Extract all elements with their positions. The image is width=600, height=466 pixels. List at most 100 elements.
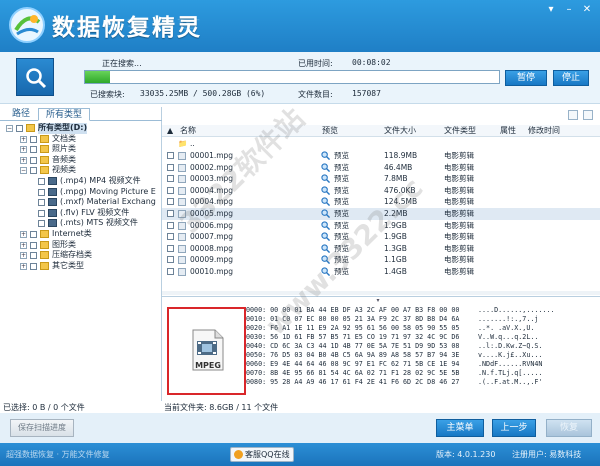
file-preview-link[interactable]: 预览 <box>334 173 349 185</box>
preview-search-icon[interactable] <box>321 186 330 195</box>
file-preview-link[interactable]: 预览 <box>334 185 349 197</box>
file-checkbox[interactable] <box>167 210 174 217</box>
preview-search-icon[interactable] <box>321 267 330 276</box>
tree-item[interactable]: (.flv) FLV 视频文件 <box>0 208 162 219</box>
header-attr[interactable]: 属性 <box>500 125 516 137</box>
tree-item[interactable]: − 视频类 <box>0 165 162 176</box>
tree-item[interactable]: + 文档类 <box>0 134 162 145</box>
file-row[interactable]: 00005.mpg 2.2MB 电影剪辑 预览 <box>162 208 600 220</box>
preview-search-icon[interactable] <box>321 255 330 265</box>
preview-search-icon[interactable] <box>321 162 330 172</box>
horizontal-scrollbar[interactable] <box>162 291 600 295</box>
file-preview-link[interactable]: 预览 <box>334 208 349 220</box>
tree-checkbox[interactable] <box>38 177 45 185</box>
file-row[interactable]: 00009.mpg 1.1GB 电影剪辑 预览 <box>162 254 600 266</box>
header-type[interactable]: 文件类型 <box>444 125 476 137</box>
stop-button[interactable]: 停止 <box>553 70 589 86</box>
view-list-icon[interactable] <box>568 110 578 120</box>
preview-search-icon[interactable] <box>321 244 330 253</box>
tree-item[interactable]: + 照片类 <box>0 144 162 155</box>
expand-icon[interactable]: + <box>20 241 27 249</box>
file-checkbox[interactable] <box>167 221 174 229</box>
tree-checkbox[interactable] <box>30 262 37 270</box>
tab-all-types[interactable]: 所有类型 <box>38 108 90 121</box>
file-row[interactable]: 00006.mpg 1.9GB 电影剪辑 预览 <box>162 220 600 232</box>
save-scan-button[interactable]: 保存扫描进度 <box>10 419 74 437</box>
header-size[interactable]: 文件大小 <box>384 125 416 137</box>
file-preview-link[interactable]: 预览 <box>334 266 349 278</box>
file-checkbox[interactable] <box>167 175 174 183</box>
pause-button[interactable]: 暂停 <box>505 70 547 86</box>
preview-search-icon[interactable] <box>321 151 330 160</box>
file-row[interactable]: 00004.mpg 476.0KB 电影剪辑 预览 <box>162 185 600 197</box>
minimize-icon[interactable]: – <box>562 4 576 16</box>
tree-item[interactable]: + 音频类 <box>0 155 162 166</box>
tree-checkbox[interactable] <box>30 146 37 154</box>
file-preview-link[interactable]: 预览 <box>334 150 349 162</box>
header-preview[interactable]: 预览 <box>322 125 338 137</box>
file-preview-link[interactable]: 预览 <box>334 220 349 232</box>
file-preview-link[interactable]: 预览 <box>334 243 349 255</box>
file-checkbox[interactable] <box>167 256 174 264</box>
tree-checkbox[interactable] <box>38 220 45 228</box>
preview-search-icon[interactable] <box>321 232 330 242</box>
file-row[interactable]: 00010.mpg 1.4GB 电影剪辑 预览 <box>162 266 600 278</box>
file-row[interactable]: 00004.mpg 124.5MB 电影剪辑 预览 <box>162 196 600 208</box>
tree-item[interactable]: + 其它类型 <box>0 261 162 272</box>
tree-item[interactable]: + 压缩存档类 <box>0 250 162 261</box>
file-checkbox[interactable] <box>167 152 174 159</box>
header-name[interactable]: 名称 <box>180 125 196 137</box>
tree-checkbox[interactable] <box>38 188 45 196</box>
tree-checkbox[interactable] <box>38 209 45 217</box>
file-preview-link[interactable]: 预览 <box>334 231 349 243</box>
tree-item[interactable]: (.mxf) Material Exchang <box>0 197 162 208</box>
view-grid-icon[interactable] <box>583 110 593 120</box>
close-icon[interactable]: ✕ <box>580 4 594 16</box>
expand-icon[interactable]: + <box>20 262 27 270</box>
tree-item[interactable]: − 所有类型(D:) <box>0 123 162 134</box>
tree-item[interactable]: (.mts) MTS 视频文件 <box>0 218 162 229</box>
file-preview-link[interactable]: 预览 <box>334 162 349 174</box>
expand-icon[interactable]: + <box>20 135 27 143</box>
file-row[interactable]: 00002.mpg 46.4MB 电影剪辑 预览 <box>162 162 600 174</box>
preview-search-icon[interactable] <box>321 209 330 218</box>
file-checkbox[interactable] <box>167 163 174 171</box>
file-row[interactable]: 00007.mpg 1.9GB 电影剪辑 预览 <box>162 231 600 243</box>
file-row[interactable]: 00003.mpg 7.8MB 电影剪辑 预览 <box>162 173 600 185</box>
header-modified[interactable]: 修改时间 <box>528 125 560 137</box>
tree-checkbox[interactable] <box>30 156 37 164</box>
tree-item[interactable]: + Internet类 <box>0 229 162 240</box>
tree-item[interactable]: + 图形类 <box>0 240 162 251</box>
header-sort-icon[interactable]: ▲ <box>167 125 173 137</box>
splitter-arrow-icon[interactable]: ▾ <box>372 297 384 304</box>
recover-button[interactable]: 恢复 <box>546 419 592 437</box>
expand-icon[interactable]: + <box>20 146 27 154</box>
file-row[interactable]: 00008.mpg 1.3GB 电影剪辑 预览 <box>162 243 600 255</box>
file-checkbox[interactable] <box>167 233 174 241</box>
tree-checkbox[interactable] <box>16 125 23 132</box>
tree-checkbox[interactable] <box>30 241 37 249</box>
preview-search-icon[interactable] <box>321 220 330 230</box>
tab-path[interactable]: 路径 <box>6 108 36 121</box>
previous-step-button[interactable]: 上一步 <box>492 419 536 437</box>
tree-item[interactable]: (.mpg) Moving Picture E <box>0 187 162 198</box>
tree-item[interactable]: (.mp4) MP4 视频文件 <box>0 176 162 187</box>
parent-row[interactable]: 📁 .. <box>162 138 600 150</box>
preview-search-icon[interactable] <box>321 174 330 184</box>
collapse-icon[interactable]: − <box>6 125 13 132</box>
file-row[interactable]: 00001.mpg 118.9MB 电影剪辑 预览 <box>162 150 600 162</box>
main-menu-button[interactable]: 主菜单 <box>436 419 484 437</box>
tree-checkbox[interactable] <box>38 199 45 207</box>
tree-checkbox[interactable] <box>30 230 37 238</box>
file-preview-link[interactable]: 预览 <box>334 254 349 266</box>
tree-checkbox[interactable] <box>30 135 37 143</box>
file-checkbox[interactable] <box>167 198 174 206</box>
qq-support-button[interactable]: 客服QQ在线 <box>230 447 294 462</box>
file-checkbox[interactable] <box>167 186 174 194</box>
settings-icon[interactable]: ▾ <box>544 4 558 16</box>
file-checkbox[interactable] <box>167 268 174 275</box>
tree-checkbox[interactable] <box>30 167 37 175</box>
expand-icon[interactable]: + <box>20 252 27 260</box>
tree-checkbox[interactable] <box>30 252 37 260</box>
preview-search-icon[interactable] <box>321 197 330 207</box>
